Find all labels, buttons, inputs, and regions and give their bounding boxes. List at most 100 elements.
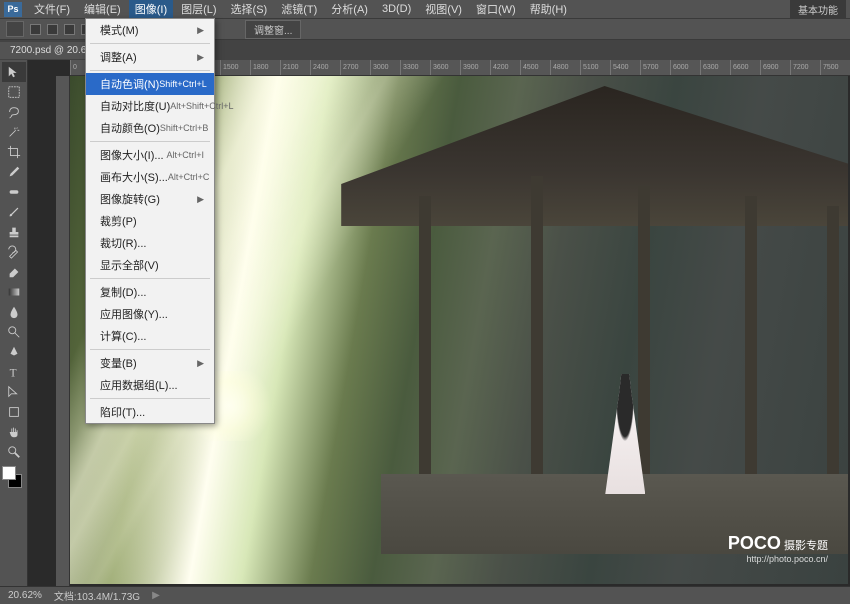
menu-item-复制d[interactable]: 复制(D)... <box>86 281 214 303</box>
menu-separator <box>90 349 210 350</box>
tool-lasso[interactable] <box>2 102 26 122</box>
menu-3d[interactable]: 3D(D) <box>376 1 417 17</box>
ruler-tick: 1500 <box>220 60 250 75</box>
watermark-sub: 摄影专题 <box>784 540 828 552</box>
ruler-tick: 7200 <box>790 60 820 75</box>
tool-crop[interactable] <box>2 142 26 162</box>
tool-marquee[interactable] <box>2 82 26 102</box>
tool-history-brush[interactable] <box>2 242 26 262</box>
menu-item-自动颜色o[interactable]: 自动颜色(O)Shift+Ctrl+B <box>86 117 214 139</box>
tool-stamp[interactable] <box>2 222 26 242</box>
menu-layer[interactable]: 图层(L) <box>175 0 222 19</box>
menu-item-计算c[interactable]: 计算(C)... <box>86 325 214 347</box>
app-logo: Ps <box>4 2 22 17</box>
tool-preset-icon[interactable] <box>6 21 24 37</box>
menu-select[interactable]: 选择(S) <box>225 0 274 19</box>
tool-type[interactable]: T <box>2 362 26 382</box>
tool-eyedropper[interactable] <box>2 162 26 182</box>
menu-shortcut: Alt+Ctrl+I <box>166 150 204 160</box>
ruler-tick: 6000 <box>670 60 700 75</box>
menu-item-陷印t[interactable]: 陷印(T)... <box>86 401 214 423</box>
menu-item-label: 裁切(R)... <box>100 235 146 251</box>
menu-item-label: 裁剪(P) <box>100 213 137 229</box>
ruler-vertical[interactable] <box>56 76 70 586</box>
ruler-tick: 4800 <box>550 60 580 75</box>
adjust-window-button[interactable]: 调整窗... <box>245 20 301 39</box>
ruler-tick: 1800 <box>250 60 280 75</box>
tool-blur[interactable] <box>2 302 26 322</box>
submenu-arrow-icon: ▶ <box>197 358 204 369</box>
menu-item-label: 画布大小(S)... <box>100 169 168 185</box>
toolbox: T <box>0 60 28 586</box>
menu-item-label: 复制(D)... <box>100 284 146 300</box>
tool-dodge[interactable] <box>2 322 26 342</box>
status-flyout-icon[interactable]: ▶ <box>152 590 160 601</box>
tool-gradient[interactable] <box>2 282 26 302</box>
submenu-arrow-icon: ▶ <box>197 194 204 205</box>
menu-item-画布大小s[interactable]: 画布大小(S)...Alt+Ctrl+C <box>86 166 214 188</box>
menu-item-label: 变量(B) <box>100 355 137 371</box>
ruler-tick: 5400 <box>610 60 640 75</box>
color-swatches[interactable] <box>0 466 24 490</box>
menu-item-裁剪p[interactable]: 裁剪(P) <box>86 210 214 232</box>
menu-item-裁切r[interactable]: 裁切(R)... <box>86 232 214 254</box>
tool-shape[interactable] <box>2 402 26 422</box>
menu-separator <box>90 70 210 71</box>
menu-analyze[interactable]: 分析(A) <box>325 0 374 19</box>
menu-separator <box>90 278 210 279</box>
menu-edit[interactable]: 编辑(E) <box>78 0 127 19</box>
menu-item-模式m[interactable]: 模式(M) ▶ <box>86 19 214 41</box>
menu-item-应用数据组l[interactable]: 应用数据组(L)... <box>86 374 214 396</box>
menu-item-自动对比度u[interactable]: 自动对比度(U)Alt+Shift+Ctrl+L <box>86 95 214 117</box>
tool-hand[interactable] <box>2 422 26 442</box>
menu-item-label: 模式(M) <box>100 22 139 38</box>
menu-separator <box>90 141 210 142</box>
opt-check-1[interactable] <box>30 24 41 35</box>
workspace-tag[interactable]: 基本功能 <box>790 0 846 19</box>
submenu-arrow-icon: ▶ <box>197 25 204 36</box>
ruler-tick: 2100 <box>280 60 310 75</box>
tool-eraser[interactable] <box>2 262 26 282</box>
tool-move[interactable] <box>2 62 26 82</box>
menu-shortcut: Shift+Ctrl+L <box>159 79 207 89</box>
ruler-tick: 3000 <box>370 60 400 75</box>
menu-view[interactable]: 视图(V) <box>419 0 468 19</box>
tool-heal[interactable] <box>2 182 26 202</box>
menu-shortcut: Alt+Ctrl+C <box>168 172 210 182</box>
tool-zoom[interactable] <box>2 442 26 462</box>
watermark-url: http://photo.poco.cn/ <box>728 554 828 564</box>
menu-filter[interactable]: 滤镜(T) <box>275 0 323 19</box>
menu-file[interactable]: 文件(F) <box>28 0 76 19</box>
ruler-tick: 2400 <box>310 60 340 75</box>
status-docinfo: 文档:103.4M/1.73G <box>54 588 140 603</box>
status-zoom[interactable]: 20.62% <box>8 590 42 601</box>
tool-pen[interactable] <box>2 342 26 362</box>
opt-check-2[interactable] <box>47 24 58 35</box>
menu-item-图像大小i[interactable]: 图像大小(I)...Alt+Ctrl+I <box>86 144 214 166</box>
opt-check-3[interactable] <box>64 24 75 35</box>
foreground-swatch[interactable] <box>2 466 16 480</box>
menu-item-应用图像y[interactable]: 应用图像(Y)... <box>86 303 214 325</box>
ruler-tick: 2700 <box>340 60 370 75</box>
pavilion-decor <box>381 76 848 584</box>
menu-image[interactable]: 图像(I) <box>129 0 173 19</box>
menu-item-变量b[interactable]: 变量(B) ▶ <box>86 352 214 374</box>
menu-item-图像旋转g[interactable]: 图像旋转(G)▶ <box>86 188 214 210</box>
tool-path[interactable] <box>2 382 26 402</box>
tool-brush[interactable] <box>2 202 26 222</box>
menu-window[interactable]: 窗口(W) <box>470 0 522 19</box>
ruler-tick: 3600 <box>430 60 460 75</box>
svg-text:T: T <box>9 367 16 379</box>
ruler-tick: 6300 <box>700 60 730 75</box>
menu-item-label: 计算(C)... <box>100 328 146 344</box>
menu-bar: Ps 文件(F) 编辑(E) 图像(I) 图层(L) 选择(S) 滤镜(T) 分… <box>0 0 850 18</box>
menu-item-label: 应用数据组(L)... <box>100 377 178 393</box>
menu-item-调整a[interactable]: 调整(A)▶ <box>86 46 214 68</box>
menu-item-label: 调整(A) <box>100 49 137 65</box>
menu-shortcut: Alt+Shift+Ctrl+L <box>170 101 233 111</box>
menu-help[interactable]: 帮助(H) <box>524 0 573 19</box>
tool-wand[interactable] <box>2 122 26 142</box>
status-bar: 20.62% 文档:103.4M/1.73G ▶ <box>0 586 850 604</box>
menu-item-自动色调n[interactable]: 自动色调(N)Shift+Ctrl+L <box>86 73 214 95</box>
menu-item-显示全部v[interactable]: 显示全部(V) <box>86 254 214 276</box>
